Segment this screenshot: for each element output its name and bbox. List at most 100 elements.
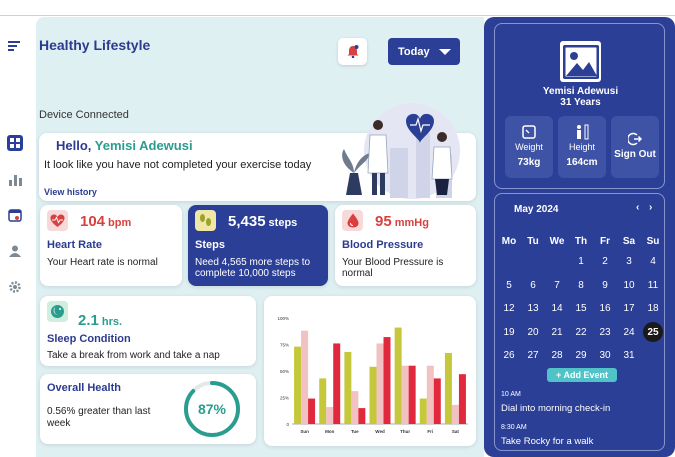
heart-rate-card[interactable]: 104 bpm Heart Rate Your Heart rate is nor… bbox=[40, 205, 182, 286]
x-tick-label: Thur bbox=[400, 429, 410, 434]
steps-card[interactable]: 5,435 steps Steps Need 4,565 more steps t… bbox=[188, 205, 328, 286]
steps-desc: Need 4,565 more steps to complete 10,000… bbox=[195, 257, 311, 279]
event-time: 10 AM bbox=[501, 391, 521, 398]
greeting-name: Yemisi Adewusi bbox=[94, 138, 193, 153]
calendar-day[interactable]: 21 bbox=[545, 321, 569, 345]
weekday-label: Tu bbox=[527, 235, 539, 247]
calendar-day[interactable]: 28 bbox=[545, 344, 569, 368]
calendar-day[interactable]: 25 bbox=[641, 321, 665, 345]
x-tick-label: Wed bbox=[375, 429, 385, 434]
bar bbox=[308, 398, 316, 424]
overall-health-ring: 87% bbox=[184, 381, 240, 437]
event-title[interactable]: Take Rocky for a walk bbox=[501, 436, 593, 447]
calendar-day[interactable]: 17 bbox=[617, 297, 641, 321]
calendar-day[interactable]: 20 bbox=[521, 321, 545, 345]
overall-health-label: Overall Health bbox=[47, 382, 121, 394]
notification-button[interactable] bbox=[338, 38, 367, 65]
calendar-day[interactable]: 26 bbox=[497, 344, 521, 368]
calendar-day[interactable]: 13 bbox=[521, 297, 545, 321]
x-tick-label: Mon bbox=[325, 429, 334, 434]
settings-icon[interactable] bbox=[7, 279, 23, 295]
x-tick-label: Sat bbox=[452, 429, 460, 434]
calendar-day[interactable]: 16 bbox=[593, 297, 617, 321]
calendar-day[interactable]: 6 bbox=[521, 274, 545, 298]
calendar-day[interactable]: 2 bbox=[593, 250, 617, 274]
blood-drop-icon bbox=[342, 210, 363, 231]
calendar-day[interactable]: 8 bbox=[569, 274, 593, 298]
calendar-day[interactable]: 30 bbox=[593, 344, 617, 368]
bar bbox=[419, 398, 427, 424]
calendar-day[interactable]: 24 bbox=[617, 321, 641, 345]
weekday-label: We bbox=[549, 235, 565, 247]
steps-number: 5,435 bbox=[228, 213, 266, 230]
calendar-day[interactable]: 15 bbox=[569, 297, 593, 321]
bar bbox=[358, 408, 366, 424]
sign-out-button[interactable]: Sign Out bbox=[611, 116, 659, 178]
blood-pressure-number: 95 bbox=[375, 213, 392, 230]
doctors-illustration bbox=[342, 103, 460, 199]
sleep-label: Sleep Condition bbox=[47, 333, 131, 345]
user-icon[interactable] bbox=[7, 243, 23, 259]
profile-card: Yemisi Adewusi 31 Years Weight 73kg Heig… bbox=[494, 23, 665, 189]
weekday-label: Fr bbox=[600, 235, 610, 247]
sleep-number: 2.1 bbox=[78, 312, 99, 329]
sleep-card[interactable]: 2.1 hrs. Sleep Condition Take a break fro… bbox=[40, 296, 256, 366]
sleep-icon bbox=[47, 301, 68, 322]
calendar-day[interactable]: 4 bbox=[641, 250, 665, 274]
calendar-day[interactable]: 11 bbox=[641, 274, 665, 298]
calendar-day[interactable]: 19 bbox=[497, 321, 521, 345]
calendar-day[interactable]: 5 bbox=[497, 274, 521, 298]
calendar-day[interactable]: 3 bbox=[617, 250, 641, 274]
selected-day[interactable]: 25 bbox=[643, 322, 663, 343]
weight-stat: Weight 73kg bbox=[505, 116, 553, 178]
calendar-empty bbox=[521, 250, 545, 274]
heart-rate-label: Heart Rate bbox=[47, 239, 103, 251]
blood-pressure-card[interactable]: 95 mmHg Blood Pressure Your Blood Pressur… bbox=[335, 205, 476, 286]
event-title[interactable]: Dial into morning check-in bbox=[501, 403, 610, 414]
x-tick-label: Sun bbox=[300, 429, 309, 434]
footprints-icon bbox=[195, 210, 216, 231]
calendar-day[interactable]: 18 bbox=[641, 297, 665, 321]
steps-value: 5,435 steps bbox=[228, 213, 297, 230]
bar bbox=[351, 391, 359, 424]
period-dropdown[interactable]: Today bbox=[388, 38, 460, 65]
calendar-day[interactable]: 10 bbox=[617, 274, 641, 298]
y-tick-label: 0 bbox=[286, 422, 289, 427]
menu-icon[interactable] bbox=[7, 38, 23, 54]
dashboard-icon[interactable] bbox=[7, 135, 23, 151]
bar bbox=[401, 365, 409, 424]
calendar-day[interactable]: 27 bbox=[521, 344, 545, 368]
height-stat: Height 164cm bbox=[558, 116, 606, 178]
page-title: Healthy Lifestyle bbox=[39, 37, 151, 53]
y-tick-label: 50% bbox=[280, 369, 289, 374]
chart-icon[interactable] bbox=[7, 172, 23, 188]
sign-out-icon bbox=[626, 131, 644, 147]
calendar-icon[interactable] bbox=[7, 207, 23, 223]
calendar-day[interactable]: 14 bbox=[545, 297, 569, 321]
overall-health-card[interactable]: Overall Health 0.56% greater than last w… bbox=[40, 374, 256, 444]
bar bbox=[426, 365, 434, 424]
calendar-day[interactable]: 31 bbox=[617, 344, 641, 368]
sidebar bbox=[0, 17, 36, 457]
calendar-day[interactable]: 1 bbox=[569, 250, 593, 274]
blood-pressure-value: 95 mmHg bbox=[375, 213, 429, 230]
calendar-prev-button[interactable]: ‹ bbox=[636, 202, 639, 213]
calendar-next-button[interactable]: › bbox=[649, 202, 652, 213]
calendar-day[interactable]: 12 bbox=[497, 297, 521, 321]
blood-pressure-label: Blood Pressure bbox=[342, 239, 424, 251]
profile-name: Yemisi Adewusi bbox=[542, 86, 619, 97]
add-event-button[interactable]: + Add Event bbox=[547, 368, 617, 382]
main-panel: Healthy Lifestyle Today Device Connected… bbox=[36, 17, 484, 457]
calendar-day[interactable]: 22 bbox=[569, 321, 593, 345]
avatar[interactable] bbox=[560, 41, 601, 82]
height-value: 164cm bbox=[566, 157, 598, 168]
calendar-day[interactable]: 23 bbox=[593, 321, 617, 345]
calendar-day[interactable]: 9 bbox=[593, 274, 617, 298]
bar bbox=[333, 343, 341, 424]
calendar-empty bbox=[545, 250, 569, 274]
sleep-value: 2.1 hrs. bbox=[78, 312, 122, 329]
height-icon bbox=[573, 124, 591, 140]
calendar-day[interactable]: 29 bbox=[569, 344, 593, 368]
calendar-day[interactable]: 7 bbox=[545, 274, 569, 298]
view-history-link[interactable]: View history bbox=[44, 187, 97, 197]
